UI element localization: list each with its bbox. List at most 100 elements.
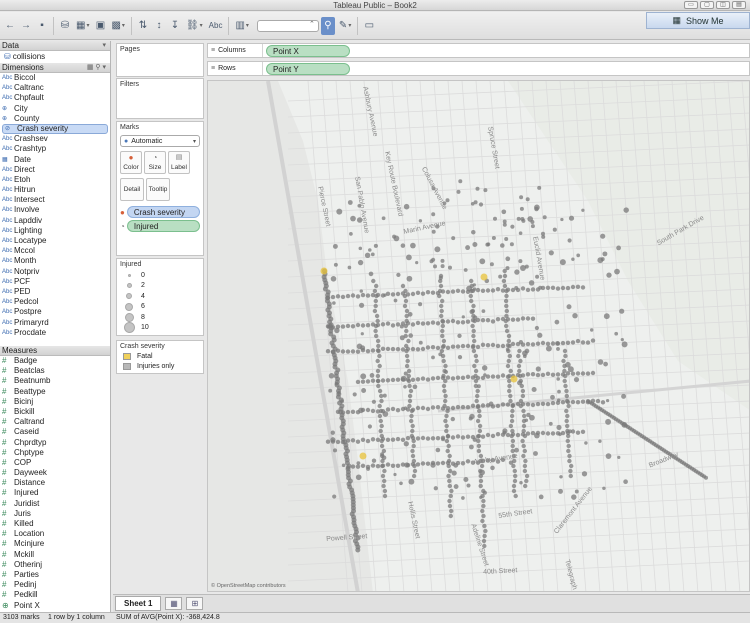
new-worksheet-tab-icon[interactable]: ▦ (165, 597, 183, 610)
data-pane-menu-icon[interactable]: ▾ (102, 41, 106, 51)
measure-field[interactable]: # Caltrand (0, 417, 110, 427)
dimension-field[interactable]: Abc Notpriv (0, 267, 110, 277)
crash-severity-pill[interactable]: Crash severity (126, 206, 200, 218)
dimension-field[interactable]: Abc Primaryrd (0, 318, 110, 328)
size-legend-item[interactable]: 6 (117, 302, 203, 313)
pages-card[interactable]: Pages (116, 43, 204, 77)
dimension-field[interactable]: ▦ Date (0, 155, 110, 165)
map-attribution[interactable]: © OpenStreetMap contributors (211, 583, 286, 589)
dimension-field[interactable]: Abc Mccol (0, 246, 110, 256)
size-legend-item[interactable]: 2 (117, 281, 203, 292)
dimension-field[interactable]: Abc Caltranc (0, 83, 110, 93)
legend-item-injuries[interactable]: Injuries only (117, 362, 203, 373)
measure-field[interactable]: # Pedinj (0, 580, 110, 590)
columns-shelf[interactable]: ≡ Columns Point X (207, 43, 750, 58)
legend-item-fatal[interactable]: Fatal (117, 351, 203, 362)
datasource-icon[interactable]: ⛁ (58, 17, 72, 35)
dimension-field[interactable]: Abc Chpfault (0, 93, 110, 103)
dimension-field[interactable]: Abc Biccol (0, 73, 110, 83)
measure-field[interactable]: # Pedkill (0, 590, 110, 600)
measure-field[interactable]: # Bickill (0, 407, 110, 417)
pin-icon[interactable]: ⚲ (320, 16, 335, 35)
measure-field[interactable]: # Juris (0, 509, 110, 519)
dimension-field[interactable]: ⊘ Crash severity (2, 123, 108, 135)
dimension-field[interactable]: Abc Procdate (0, 328, 110, 338)
measure-field[interactable]: # Mcinjure (0, 539, 110, 549)
toolbar-toggle-button[interactable]: ▭ (684, 1, 698, 9)
datasource-item[interactable]: ⛁ collisions (0, 51, 110, 63)
show-me-button[interactable]: ▦ Show Me (646, 12, 750, 29)
window-options-button[interactable]: ▤ (732, 1, 746, 9)
measure-field[interactable]: # Bicinj (0, 397, 110, 407)
new-worksheet-icon[interactable]: ▦ ▾ (74, 17, 91, 35)
measure-field[interactable]: # Parties (0, 570, 110, 580)
dimension-field[interactable]: Abc Pedcol (0, 297, 110, 307)
redo-icon[interactable]: → (19, 17, 33, 35)
size-legend-item[interactable]: 8 (117, 312, 203, 323)
size-legend-item[interactable]: 0 (117, 270, 203, 281)
sort-descending-icon[interactable]: ↧ (168, 17, 182, 35)
dimension-field[interactable]: ⊕ City (0, 104, 110, 114)
duplicate-sheet-icon[interactable]: ▣ (93, 17, 107, 35)
fit-select[interactable] (256, 19, 319, 32)
save-icon[interactable]: ▪ (35, 17, 49, 35)
dimension-field[interactable]: Abc Hitrun (0, 185, 110, 195)
dimension-field[interactable]: Abc PED (0, 287, 110, 297)
measure-field[interactable]: # Location (0, 529, 110, 539)
measure-field[interactable]: # Distance (0, 478, 110, 488)
size-legend-item[interactable]: 10 (117, 322, 203, 334)
clear-sheet-icon[interactable]: ▩ ▾ (109, 17, 126, 35)
measure-field[interactable]: # Mckill (0, 550, 110, 560)
measure-field[interactable]: # Injured (0, 488, 110, 498)
dimension-field[interactable]: Abc Involve (0, 205, 110, 215)
undo-icon[interactable]: ← (3, 17, 17, 35)
fullscreen-button[interactable]: ◫ (716, 1, 730, 9)
map-view[interactable]: Marin Avenue South Park Drive Ashby Aven… (207, 80, 750, 592)
dimensions-tools[interactable]: ▦ ⚲ ▾ (87, 63, 106, 73)
mark-type-select[interactable]: ● Automatic ▾ (120, 135, 200, 147)
filters-card[interactable]: Filters (116, 78, 204, 119)
presentation-icon[interactable]: ▭ (362, 17, 376, 35)
color-button[interactable]: ● Color (120, 151, 142, 174)
dimension-field[interactable]: Abc Locatype (0, 236, 110, 246)
dimension-field[interactable]: Abc Intersect (0, 195, 110, 205)
highlight-icon[interactable]: ✎ ▾ (337, 17, 353, 35)
size-button[interactable]: ◔ Size (144, 151, 166, 174)
measure-field[interactable]: # COP (0, 458, 110, 468)
label-button[interactable]: ▤ Label (168, 151, 190, 174)
measure-field[interactable]: # Beattype (0, 387, 110, 397)
dimension-field[interactable]: Abc Postpre (0, 307, 110, 317)
dimension-field[interactable]: Abc Crashsev (0, 134, 110, 144)
dimension-field[interactable]: Abc Direct (0, 165, 110, 175)
measure-field[interactable]: # Beatnumb (0, 376, 110, 386)
dimension-field[interactable]: Abc Lapddiv (0, 216, 110, 226)
measure-field[interactable]: # Juridist (0, 499, 110, 509)
point-y-pill[interactable]: Point Y (266, 62, 350, 75)
point-x-pill[interactable]: Point X (266, 44, 350, 57)
dimension-field[interactable]: Abc Crashtyp (0, 144, 110, 154)
measure-field[interactable]: ⊕ Point X (0, 601, 110, 611)
sheet-tab-1[interactable]: Sheet 1 (115, 596, 162, 611)
rows-shelf[interactable]: ≡ Rows Point Y (207, 61, 750, 76)
dimension-field[interactable]: Abc PCF (0, 277, 110, 287)
group-members-icon[interactable]: ⛓ ▾ (184, 17, 205, 35)
measure-field[interactable]: # Chprdtyp (0, 438, 110, 448)
presentation-mode-button[interactable]: ▢ (700, 1, 714, 9)
measure-field[interactable]: # Otherinj (0, 560, 110, 570)
detail-button[interactable]: Detail (120, 178, 144, 201)
new-dashboard-tab-icon[interactable]: ⊞ (186, 597, 204, 610)
sort-ascending-icon[interactable]: ↕ (152, 17, 166, 35)
measure-field[interactable]: # Caseid (0, 427, 110, 437)
swap-axes-icon[interactable]: ⇅ (136, 17, 150, 35)
size-legend-item[interactable]: 4 (117, 291, 203, 302)
injured-pill[interactable]: Injured (126, 220, 200, 232)
measure-field[interactable]: # Chptype (0, 448, 110, 458)
dimension-field[interactable]: Abc Etoh (0, 175, 110, 185)
chart-type-icon[interactable]: ▥ ▾ (233, 17, 250, 35)
show-labels-icon[interactable]: Abc (207, 17, 225, 35)
dimension-field[interactable]: Abc Month (0, 256, 110, 266)
measure-field[interactable]: # Beatclas (0, 366, 110, 376)
measure-field[interactable]: # Dayweek (0, 468, 110, 478)
tooltip-button[interactable]: Tooltip (146, 178, 170, 201)
measure-field[interactable]: # Badge (0, 356, 110, 366)
